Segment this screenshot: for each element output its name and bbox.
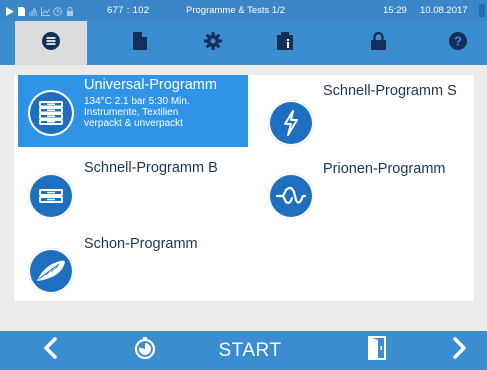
clock-date: 10.08.2017: [420, 5, 468, 16]
timer-button[interactable]: [120, 331, 170, 370]
tab-document[interactable]: [110, 21, 170, 65]
status-bar: 677 : 102 Programme & Tests 1/2 15:29 10…: [0, 0, 487, 21]
lock-icon: [65, 6, 74, 16]
program-panel: Universal-Programm 134°C 2.1 bar 5:30 Mi…: [14, 75, 474, 301]
tab-bar: ?: [0, 21, 487, 65]
content-area: Universal-Programm 134°C 2.1 bar 5:30 Mi…: [0, 65, 487, 331]
program-parameters: 134°C 2.1 bar 5:30 Min.: [84, 96, 190, 107]
cycle-counter: 677 : 102: [107, 5, 150, 16]
clock-time: 15:29: [383, 5, 407, 16]
program-title: Schnell-Programm S: [323, 83, 457, 99]
clock-icon: [53, 6, 62, 16]
tab-program-list[interactable]: [15, 21, 87, 65]
chevron-right-icon: [453, 337, 467, 364]
previous-button[interactable]: [25, 331, 75, 370]
program-title: Schnell-Programm B: [84, 160, 218, 176]
graph-icon: [41, 6, 50, 16]
document-icon: [133, 31, 147, 55]
status-icons: [5, 5, 74, 17]
prion-icon: [268, 173, 314, 219]
program-schnell-b[interactable]: Schnell-Programm B: [18, 155, 248, 223]
door-icon: [367, 336, 387, 365]
info-book-icon: [276, 31, 294, 55]
start-button[interactable]: START: [210, 331, 290, 370]
document-icon: [17, 6, 26, 16]
trays-icon: [28, 90, 74, 136]
screen-title: Programme & Tests 1/2: [186, 5, 286, 16]
program-packaging: verpackt & unverpackt: [84, 118, 183, 129]
action-bar: START: [0, 331, 487, 370]
next-button[interactable]: [435, 331, 485, 370]
program-universal[interactable]: Universal-Programm 134°C 2.1 bar 5:30 Mi…: [18, 75, 248, 147]
tab-settings[interactable]: [183, 21, 243, 65]
single-tray-icon: [28, 173, 74, 219]
door-button[interactable]: [352, 331, 402, 370]
program-load-type: Instrumente, Textilien: [84, 107, 179, 118]
program-schon[interactable]: Schon-Programm: [18, 231, 248, 297]
feather-icon: [28, 248, 74, 294]
start-label: START: [218, 339, 282, 361]
gear-icon: [204, 31, 222, 55]
program-title: Schon-Programm: [84, 236, 198, 252]
lock-icon: [370, 31, 386, 55]
timer-icon: [134, 337, 156, 364]
status-indicator: [479, 4, 485, 17]
list-icon: [42, 31, 60, 55]
antenna-icon: [29, 6, 38, 16]
chevron-left-icon: [43, 337, 57, 364]
program-title: Universal-Programm: [84, 77, 217, 93]
program-details: 134°C 2.1 bar 5:30 Min. Instrumente, Tex…: [84, 96, 190, 129]
lightning-icon: [268, 100, 314, 146]
tab-lock[interactable]: [348, 21, 408, 65]
tab-info[interactable]: [255, 21, 315, 65]
program-prionen[interactable]: Prionen-Programm: [264, 155, 469, 223]
program-schnell-s[interactable]: Schnell-Programm S: [264, 75, 469, 147]
program-title: Prionen-Programm: [323, 161, 446, 177]
tab-help[interactable]: ?: [428, 21, 487, 65]
help-icon: ?: [449, 31, 467, 55]
svg-text:?: ?: [454, 33, 462, 48]
play-icon: [5, 6, 14, 16]
